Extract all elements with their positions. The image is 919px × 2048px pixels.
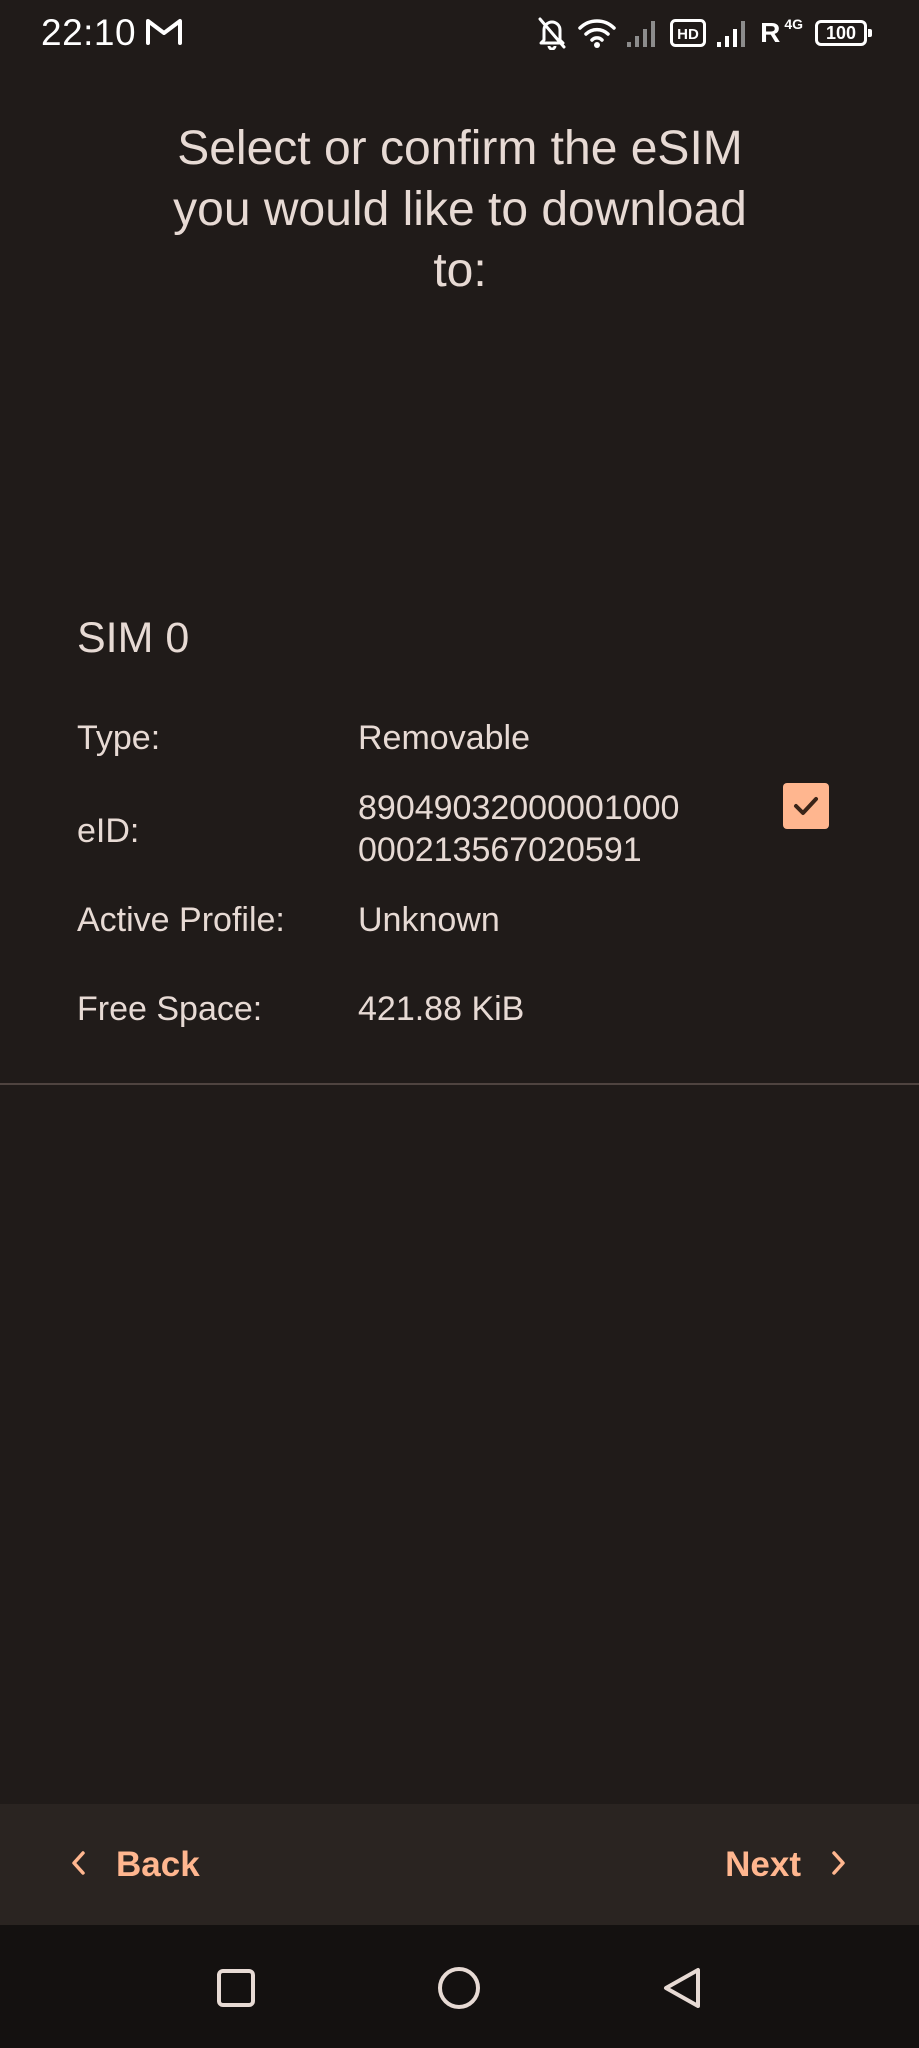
active-profile-label: Active Profile: xyxy=(77,901,285,939)
status-time: 22:10 xyxy=(41,12,137,53)
chevron-left-icon xyxy=(70,1845,86,1885)
sim-name: SIM 0 xyxy=(77,614,190,662)
free-space-label: Free Space: xyxy=(77,990,263,1028)
next-button[interactable]: Next xyxy=(725,1804,847,1925)
wifi-icon xyxy=(578,17,616,49)
page-title: Select or confirm the eSIM you would lik… xyxy=(173,122,747,297)
back-label: Back xyxy=(116,1844,200,1884)
recents-icon[interactable] xyxy=(213,1965,259,2011)
next-label: Next xyxy=(725,1844,801,1884)
type-value: Removable xyxy=(358,719,530,757)
battery-level: 100 xyxy=(825,22,857,43)
back-icon[interactable] xyxy=(659,1965,705,2011)
hd-label: HD xyxy=(677,26,699,43)
battery-icon: 100 xyxy=(815,20,872,46)
active-profile-value: Unknown xyxy=(358,901,500,939)
navigation-bar xyxy=(0,1925,919,2048)
check-icon xyxy=(794,797,818,815)
eid-value-line2: 000213567020591 xyxy=(358,831,642,869)
footer-bar: Back Next xyxy=(0,1804,919,1925)
eid-value-line1: 89049032000001000 xyxy=(358,789,680,827)
sim-select-checkbox[interactable] xyxy=(783,783,829,829)
eid-label: eID: xyxy=(77,812,140,850)
sim-card[interactable]: SIM 0 Type: Removable eID: 8904903200000… xyxy=(0,595,919,1085)
notifications-off-icon xyxy=(536,16,568,50)
roaming-indicator: R xyxy=(760,17,781,48)
hd-icon: HD xyxy=(670,19,707,47)
home-icon[interactable] xyxy=(436,1965,482,2011)
type-label: Type: xyxy=(77,719,161,757)
gmail-icon xyxy=(145,16,183,46)
status-icons: HD R 4G 100 xyxy=(536,14,872,52)
free-space-value: 421.88 KiB xyxy=(358,990,525,1028)
signal-icon xyxy=(626,18,660,48)
network-type: 4G xyxy=(784,16,803,32)
divider xyxy=(0,1083,919,1085)
signal-icon xyxy=(716,18,750,48)
status-bar: 22:10 HD R 4G 100 xyxy=(0,0,919,66)
chevron-right-icon xyxy=(831,1845,847,1885)
back-button[interactable]: Back xyxy=(70,1804,200,1925)
